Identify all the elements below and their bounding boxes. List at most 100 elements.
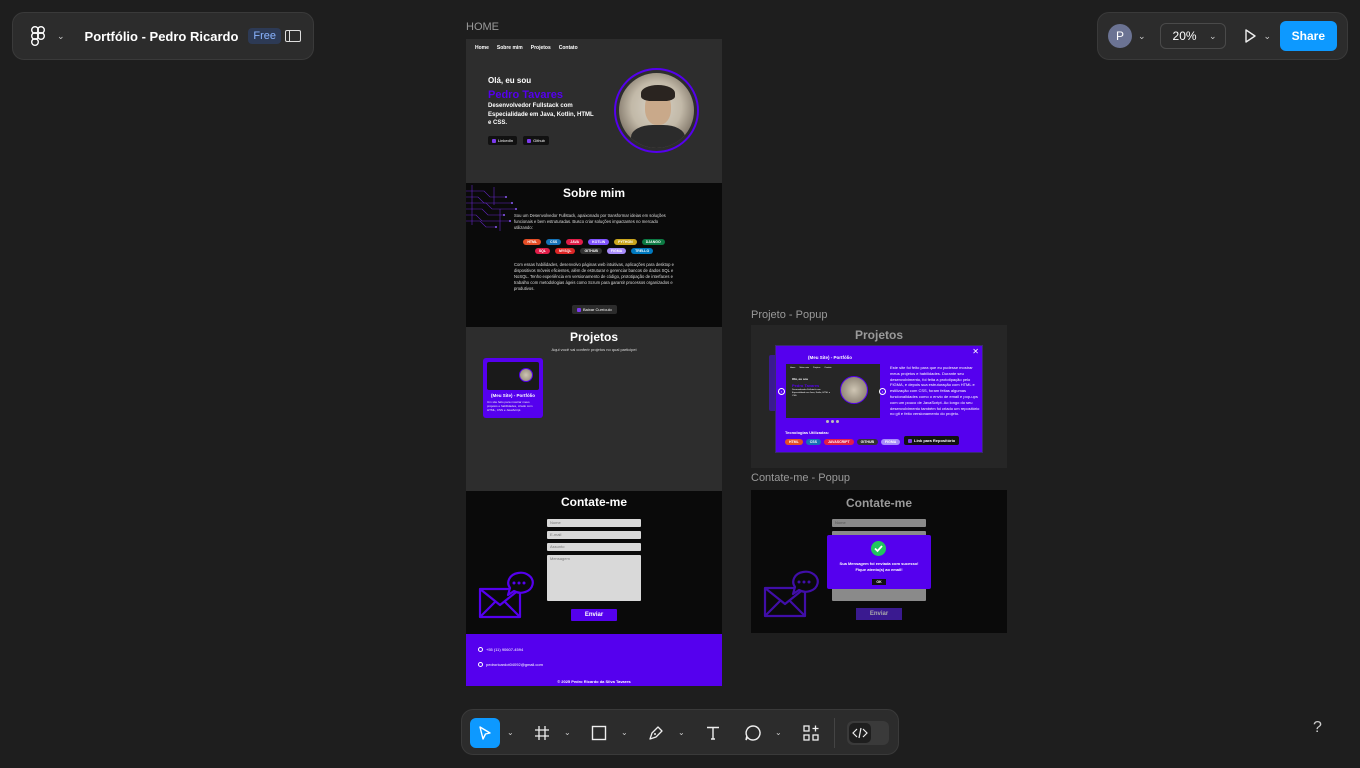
- sidebar-toggle-icon[interactable]: [285, 30, 301, 42]
- carousel-next-icon[interactable]: ›: [879, 388, 886, 395]
- share-button[interactable]: Share: [1279, 21, 1337, 51]
- skill-chips-row-1: HTML CSS JAVA KOTLIN PYTHON DJANGO: [514, 239, 674, 245]
- carousel-prev-icon[interactable]: ‹: [778, 388, 785, 395]
- nav-bar: Home Sobre mim Projetos Contato: [475, 45, 578, 51]
- send-button[interactable]: Enviar: [856, 608, 902, 620]
- skill-chip: FIGMA: [606, 248, 627, 254]
- file-name[interactable]: Portfólio - Pedro Ricardo: [85, 29, 239, 44]
- figma-menu-icon[interactable]: [31, 26, 51, 46]
- skill-chip: MYSQL: [555, 248, 576, 254]
- download-icon: [577, 307, 581, 312]
- help-icon[interactable]: ?: [1313, 719, 1322, 737]
- chevron-down-icon[interactable]: ⌄: [678, 728, 685, 737]
- popup-heading: (Meu Site) - Portfólio: [808, 355, 852, 360]
- github-button[interactable]: Github: [523, 136, 549, 145]
- skill-chip: JAVA: [566, 239, 584, 245]
- chevron-down-icon: ⌄: [1209, 30, 1217, 41]
- chevron-down-icon[interactable]: ⌄: [775, 728, 782, 737]
- project-card-title: (Meu Site) - Portfólio: [491, 393, 535, 398]
- frame-tool-icon[interactable]: [527, 718, 557, 748]
- name-field[interactable]: Nome: [547, 519, 641, 527]
- about-title: Sobre mim: [562, 186, 625, 200]
- carousel-dots[interactable]: [826, 420, 839, 423]
- name-field[interactable]: Nome: [832, 519, 926, 527]
- chevron-down-icon[interactable]: ⌄: [1138, 31, 1146, 42]
- projects-title: Projetos: [854, 328, 903, 342]
- repo-link-button[interactable]: Link para Repositório: [904, 436, 960, 445]
- chevron-down-icon[interactable]: ⌄: [621, 728, 628, 737]
- chevron-down-icon[interactable]: ⌄: [564, 728, 571, 737]
- toolbar-divider: [834, 718, 835, 748]
- success-line-2: Fique atento(a) ao email!: [855, 567, 903, 573]
- zoom-dropdown[interactable]: 20% ⌄: [1159, 23, 1226, 49]
- actions-tool-icon[interactable]: [796, 718, 826, 748]
- popup-screenshot: Home Sobre mim Projetos Contato Olá, eu …: [786, 364, 880, 418]
- rectangle-tool-icon[interactable]: [584, 718, 614, 748]
- frame-label-contato-popup[interactable]: Contate-me - Popup: [751, 472, 850, 484]
- contato-popup-frame[interactable]: Contate-me Nome Enviar Sua Mensagem foi …: [751, 490, 1007, 633]
- dev-mode-toggle[interactable]: [847, 721, 889, 745]
- footer-phone-text: +55 (11) 90607-4594: [486, 647, 524, 652]
- bottom-toolbar: ⌄ ⌄ ⌄ ⌄ ⌄: [461, 709, 899, 755]
- skill-chip: SQL: [534, 248, 551, 254]
- text-tool-icon[interactable]: [698, 718, 728, 748]
- projects-title: Projetos: [569, 330, 618, 344]
- mini-greeting: Olá, eu sou: [792, 377, 809, 381]
- projeto-popup-frame[interactable]: Projetos ✕ (Meu Site) - Portfólio Home S…: [751, 325, 1007, 468]
- file-panel: ⌄ Portfólio - Pedro Ricardo Free: [12, 12, 314, 60]
- mini-description: Desenvolvedor Fullstack com Especialidad…: [792, 389, 831, 398]
- github-icon: [908, 438, 912, 443]
- chevron-down-icon[interactable]: ⌄: [57, 31, 65, 42]
- linkedin-button[interactable]: LinkedIn: [488, 136, 518, 145]
- contact-title: Contate-me: [560, 495, 627, 509]
- footer-phone: +55 (11) 90607-4594: [478, 647, 523, 652]
- nav-projetos[interactable]: Projetos: [531, 45, 551, 51]
- hero-name: Pedro Tavares: [488, 89, 564, 101]
- send-button[interactable]: Enviar: [571, 609, 617, 621]
- chevron-down-icon[interactable]: ⌄: [507, 728, 514, 737]
- hero-description: Desenvolvedor Fullstack com Especialidad…: [488, 103, 594, 127]
- download-cv-button[interactable]: Baixar Currículo: [572, 305, 617, 314]
- present-play-icon[interactable]: [1242, 28, 1258, 44]
- skill-chip: CSS: [546, 239, 562, 245]
- nav-contato[interactable]: Contato: [559, 45, 578, 51]
- nav-home[interactable]: Home: [475, 45, 489, 51]
- repo-link-label: Link para Repositório: [914, 438, 956, 443]
- whatsapp-icon: [478, 647, 483, 652]
- tech-title: Tecnologias Utilizadas:: [785, 430, 830, 435]
- avatar[interactable]: P: [1108, 24, 1132, 48]
- tech-chip: HTML: [785, 439, 803, 445]
- comment-tool-icon[interactable]: [738, 718, 768, 748]
- code-icon: [849, 723, 871, 743]
- skill-chip: GITHUB: [580, 248, 602, 254]
- skill-chip: HTML: [523, 239, 542, 245]
- tech-chip: JAVASCRIPT: [823, 439, 854, 445]
- skill-chip: KOTLIN: [588, 239, 610, 245]
- subject-field[interactable]: Assunto: [547, 543, 641, 551]
- contact-title: Contate-me: [845, 496, 912, 510]
- hero-greeting: Olá, eu sou: [488, 76, 532, 85]
- chevron-down-icon[interactable]: ⌄: [1264, 31, 1272, 42]
- skill-chips-row-2: SQL MYSQL GITHUB FIGMA TRELLO: [514, 248, 674, 254]
- nav-sobre[interactable]: Sobre mim: [497, 45, 523, 51]
- frame-label-home[interactable]: HOME: [466, 21, 499, 33]
- message-field[interactable]: Mensagem: [547, 555, 641, 601]
- ok-button[interactable]: OK: [872, 579, 886, 585]
- mail-chat-icon: [763, 570, 819, 618]
- linkedin-label: LinkedIn: [498, 138, 514, 143]
- check-icon: [871, 541, 886, 556]
- email-icon: [478, 662, 483, 667]
- frame-label-projeto-popup[interactable]: Projeto - Popup: [751, 309, 827, 321]
- success-popup: Sua Mensagem foi enviada com sucesso! Fi…: [827, 535, 931, 589]
- email-field[interactable]: E-mail: [547, 531, 641, 539]
- github-icon: [527, 138, 532, 143]
- close-icon[interactable]: ✕: [972, 347, 979, 356]
- about-section: Sobre mim Sou um Desenvolvedor Fullstack…: [466, 183, 722, 327]
- home-frame[interactable]: Home Sobre mim Projetos Contato Olá, eu …: [466, 39, 722, 686]
- footer-section: +55 (11) 90607-4594 pedroricardot04092@g…: [466, 634, 722, 686]
- pen-tool-icon[interactable]: [641, 718, 671, 748]
- project-card[interactable]: (Meu Site) - Portfólio Um site feito par…: [483, 358, 543, 418]
- move-tool-icon[interactable]: [470, 718, 500, 748]
- plan-badge[interactable]: Free: [248, 28, 282, 44]
- tech-chips: HTML CSS JAVASCRIPT GITHUB FIGMA: [785, 439, 901, 445]
